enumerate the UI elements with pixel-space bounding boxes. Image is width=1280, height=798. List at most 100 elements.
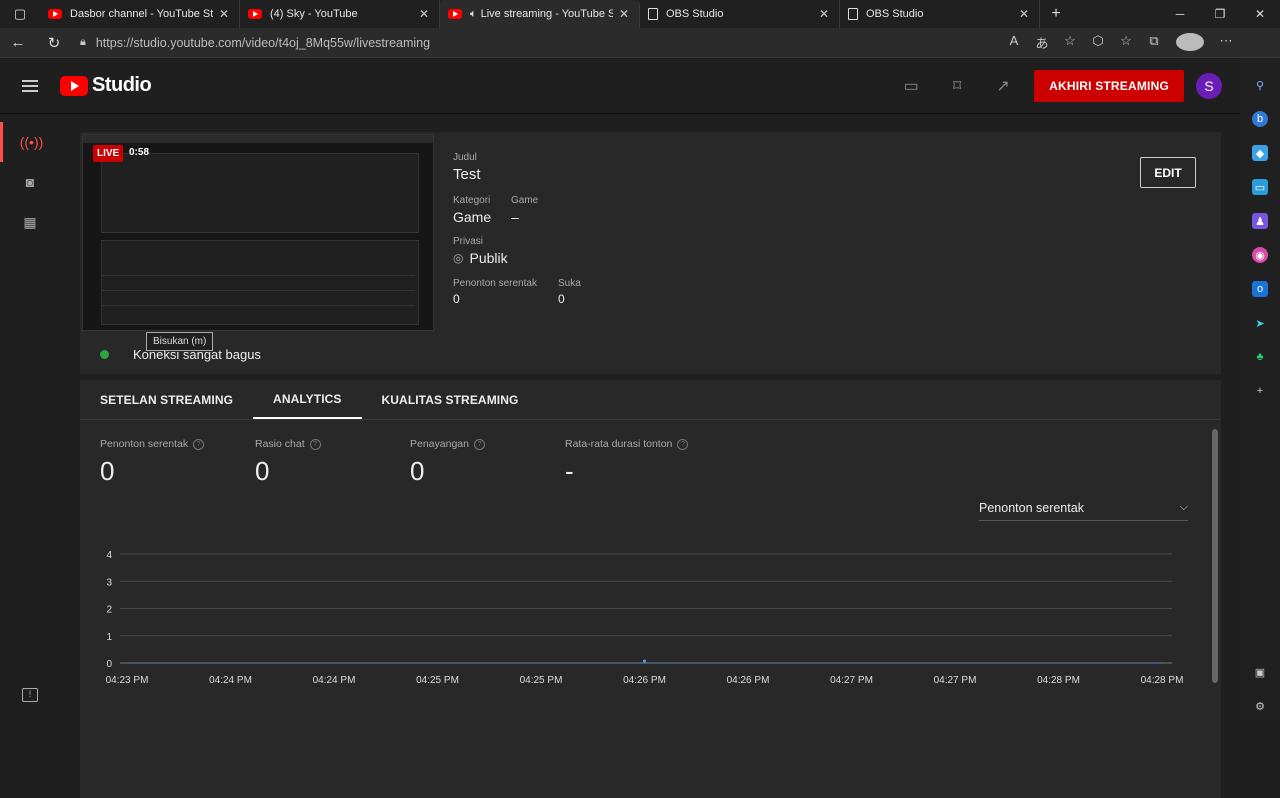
likes-value: 0 bbox=[558, 292, 565, 306]
settings-icon[interactable]: ⚙ bbox=[1252, 698, 1268, 714]
chart-x-tick-label: 04:23 PM bbox=[106, 675, 149, 686]
tab-stream-settings[interactable]: SETELAN STREAMING bbox=[80, 380, 253, 419]
help-icon[interactable]: ? bbox=[193, 438, 205, 450]
browser-tab[interactable]: Dasbor channel - YouTube Studio ✕ bbox=[40, 0, 240, 28]
live-badge: LIVE bbox=[93, 145, 124, 162]
end-streaming-button[interactable]: AKHIRI STREAMING bbox=[1034, 69, 1184, 102]
url-text: https://studio.youtube.com/video/t4oj_8M… bbox=[95, 35, 431, 50]
chart-x-tick-label: 04:27 PM bbox=[934, 675, 977, 686]
browser-tab-title: Live streaming - YouTube Studio bbox=[480, 8, 613, 20]
share-icon[interactable]: ↗ bbox=[980, 76, 1026, 96]
camera-icon[interactable]: ◙ bbox=[0, 162, 60, 202]
stream-metadata: Judul Test Kategori Game Game – Privasi … bbox=[453, 152, 581, 306]
close-tab-icon[interactable]: ✕ bbox=[817, 7, 831, 21]
tools-icon[interactable]: ▭ bbox=[1252, 179, 1268, 195]
profile-icon[interactable] bbox=[1176, 33, 1204, 51]
chevron-down-icon: ⌵ bbox=[1179, 501, 1188, 513]
chart-x-tick-label: 04:26 PM bbox=[623, 675, 666, 686]
send-icon[interactable]: ➤ bbox=[1252, 315, 1268, 331]
favorites-icon[interactable]: ☆ bbox=[1112, 33, 1140, 52]
read-aloud-icon[interactable]: A bbox=[1000, 33, 1028, 52]
metrics-row: Penonton serentak? 0 Rasio chat? 0 Penay… bbox=[80, 438, 1221, 487]
close-tab-icon[interactable]: ✕ bbox=[217, 7, 231, 21]
help-icon[interactable]: ? bbox=[473, 438, 485, 450]
close-tab-icon[interactable]: ✕ bbox=[417, 7, 431, 21]
speaker-icon[interactable]: 🔈︎ bbox=[470, 8, 477, 21]
metric-value: - bbox=[565, 456, 574, 486]
chart-y-tick-label: 1 bbox=[106, 632, 112, 643]
window-controls: ─ ❐ ✕ bbox=[1160, 0, 1280, 28]
metric-value: 0 bbox=[255, 456, 270, 486]
viewers-value: 0 bbox=[453, 292, 460, 306]
browser-tab-title: Dasbor channel - YouTube Studio bbox=[70, 8, 213, 20]
bing-icon[interactable]: b bbox=[1252, 111, 1268, 127]
search-icon[interactable]: ⚲ bbox=[1252, 77, 1268, 93]
edge-sidebar: ⚲ b ◆ ▭ ♟ ◉ o ➤ ♣ + ▣ ⚙ bbox=[1240, 58, 1280, 720]
clapper-icon[interactable]: ▭ bbox=[888, 76, 934, 96]
tab-actions-icon[interactable]: ▢ bbox=[0, 0, 40, 28]
title-label: Judul bbox=[453, 152, 477, 163]
address-bar: ← ↻ 🔒︎ https://studio.youtube.com/video/… bbox=[0, 28, 1280, 58]
shopping-icon[interactable]: ◆ bbox=[1252, 145, 1268, 161]
privacy-row: ◎ Publik bbox=[453, 250, 581, 266]
privacy-value: Publik bbox=[469, 250, 508, 266]
metric-concurrent-viewers: Penonton serentak? 0 bbox=[100, 438, 255, 487]
url-field[interactable]: 🔒︎ https://studio.youtube.com/video/t4oj… bbox=[80, 31, 980, 55]
chart-y-tick-label: 0 bbox=[106, 659, 112, 670]
analytics-card: SETELAN STREAMING ANALYTICS KUALITAS STR… bbox=[80, 380, 1221, 798]
new-tab-button[interactable]: + bbox=[1040, 0, 1072, 28]
minimize-icon[interactable]: ─ bbox=[1160, 0, 1200, 28]
feedback-icon[interactable]: ! bbox=[22, 688, 38, 702]
add-sidebar-icon[interactable]: + bbox=[1252, 383, 1268, 399]
more-menu-icon[interactable]: ⋯ bbox=[1212, 33, 1240, 52]
back-icon[interactable]: ← bbox=[0, 34, 36, 51]
metric-label: Rata-rata durasi tonton bbox=[565, 438, 673, 450]
favorite-add-icon[interactable]: ☆ bbox=[1056, 33, 1084, 52]
browser-tab[interactable]: 🔈︎Live streaming - YouTube Studio ✕ bbox=[440, 0, 640, 28]
browser-tab[interactable]: OBS Studio ✕ bbox=[640, 0, 840, 28]
maximize-icon[interactable]: ❐ bbox=[1200, 0, 1240, 28]
tab-stream-quality[interactable]: KUALITAS STREAMING bbox=[362, 380, 539, 419]
browser-tab-title: OBS Studio bbox=[666, 8, 724, 20]
split-screen-icon[interactable]: ▣ bbox=[1252, 664, 1268, 680]
document-icon bbox=[848, 8, 858, 20]
metric-label: Rasio chat bbox=[255, 438, 305, 450]
close-tab-icon[interactable]: ✕ bbox=[1017, 7, 1031, 21]
reload-icon[interactable]: ↻ bbox=[36, 34, 72, 52]
chart-y-tick-label: 3 bbox=[106, 577, 112, 588]
live-stream-icon[interactable]: ((•)) bbox=[0, 122, 60, 162]
globe-icon: ◎ bbox=[453, 251, 464, 265]
collections-icon[interactable]: ⧉ bbox=[1140, 33, 1168, 52]
office-icon[interactable]: ◉ bbox=[1252, 247, 1268, 263]
youtube-studio: Studio ▭ ⌑ ↗ AKHIRI STREAMING S ((•)) ◙ … bbox=[0, 58, 1240, 798]
metric-dropdown[interactable]: Penonton serentak ⌵ bbox=[979, 495, 1188, 521]
metric-value: 0 bbox=[410, 456, 425, 486]
avatar[interactable]: S bbox=[1196, 72, 1222, 99]
tab-analytics[interactable]: ANALYTICS bbox=[253, 380, 362, 419]
menu-icon[interactable] bbox=[22, 77, 38, 95]
calendar-icon[interactable]: ▦ bbox=[0, 202, 60, 242]
games-icon[interactable]: ♟ bbox=[1252, 213, 1268, 229]
viewers-label: Penonton serentak bbox=[453, 278, 537, 289]
studio-logo[interactable]: Studio bbox=[60, 74, 152, 97]
close-tab-icon[interactable]: ✕ bbox=[617, 7, 631, 21]
youtube-icon bbox=[48, 9, 62, 19]
stream-preview[interactable]: LIVE 0:58 bbox=[82, 134, 434, 331]
document-icon bbox=[648, 8, 658, 20]
stream-info-card: LIVE 0:58 Koneksi sangat bagus Bisukan (… bbox=[80, 132, 1221, 374]
translate-icon[interactable]: あ bbox=[1028, 33, 1056, 52]
metric-label: Penayangan bbox=[410, 438, 469, 450]
browser-tab[interactable]: OBS Studio ✕ bbox=[840, 0, 1040, 28]
viewers-chart: 0 1 2 3 4 04:23 PM 04:24 PM 04:24 PM 04:25 PM 04:… bbox=[106, 550, 1184, 686]
chart-x-tick-label: 04:28 PM bbox=[1037, 675, 1080, 686]
extensions-icon[interactable]: ⬡ bbox=[1084, 33, 1112, 52]
edit-button[interactable]: EDIT bbox=[1140, 157, 1196, 188]
close-window-icon[interactable]: ✕ bbox=[1240, 0, 1280, 28]
help-icon[interactable]: ? bbox=[677, 438, 689, 450]
tree-icon[interactable]: ♣ bbox=[1252, 349, 1268, 365]
bookmark-icon[interactable]: ⌑ bbox=[934, 76, 980, 96]
outlook-icon[interactable]: o bbox=[1252, 281, 1268, 297]
youtube-logo-icon bbox=[60, 75, 88, 96]
browser-tab[interactable]: (4) Sky - YouTube ✕ bbox=[240, 0, 440, 28]
help-icon[interactable]: ? bbox=[309, 438, 321, 450]
